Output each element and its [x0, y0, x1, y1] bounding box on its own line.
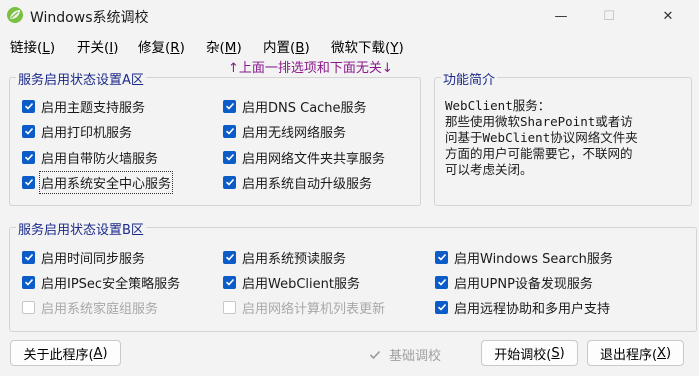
- checkbox-checked-icon[interactable]: [435, 275, 448, 289]
- checkbox-unchecked-icon[interactable]: [22, 300, 35, 314]
- menu-link[interactable]: 链接(L): [10, 36, 55, 56]
- checkbox-ipsec-service[interactable]: 启用IPSec安全策略服务: [22, 273, 180, 292]
- info-title: 功能简介: [441, 69, 498, 88]
- menu-ms-download[interactable]: 微软下载(Y): [331, 36, 404, 56]
- checkbox-dns-cache-service[interactable]: 启用DNS Cache服务: [223, 97, 367, 116]
- info-description: WebClient服务： 那些使用微软SharePoint或者访 问基于WebC…: [445, 98, 638, 177]
- checkbox-checked-icon[interactable]: [223, 150, 236, 164]
- checkbox-checked-icon[interactable]: [223, 175, 236, 189]
- menu-misc[interactable]: 杂(M): [206, 36, 242, 56]
- checkbox-printer-service[interactable]: 启用打印机服务: [22, 122, 132, 141]
- menu-repair[interactable]: 修复(R): [138, 36, 185, 56]
- minimize-button[interactable]: —: [538, 0, 584, 32]
- window-title: Windows系统调校: [30, 10, 149, 26]
- checkbox-security-center-service[interactable]: 启用系统安全中心服务: [22, 170, 174, 194]
- group-a-title: 服务启用状态设置A区: [16, 69, 146, 88]
- checkbox-checked-icon[interactable]: [435, 250, 448, 264]
- about-button[interactable]: 关于此程序(A): [10, 340, 121, 366]
- checkbox-time-sync-service[interactable]: 启用时间同步服务: [22, 248, 145, 267]
- maximize-button[interactable]: ☐: [586, 0, 632, 32]
- checkbox-windows-search-service[interactable]: 启用Windows Search服务: [435, 248, 613, 267]
- checkbox-wireless-service[interactable]: 启用无线网络服务: [223, 122, 346, 141]
- checkbox-checked-icon[interactable]: [22, 250, 35, 264]
- checkbox-checked-icon[interactable]: [435, 300, 448, 314]
- checkbox-checked-icon[interactable]: [22, 150, 35, 164]
- checkbox-checked-icon[interactable]: [22, 275, 35, 289]
- basic-tune-checkbox[interactable]: 基础调校: [368, 345, 441, 364]
- menu-bar: 链接(L) 开关(I) 修复(R) 杂(M) 内置(B) 微软下载(Y): [0, 34, 699, 56]
- title-bar: Windows系统调校 — ☐ ✕: [0, 0, 699, 34]
- options-hint: ↑上面一排选项和下面无关↓: [228, 61, 393, 76]
- minimize-icon: —: [554, 8, 568, 24]
- checkbox-checked-icon[interactable]: [22, 99, 35, 113]
- close-icon: ✕: [662, 8, 674, 24]
- group-b-title: 服务启用状态设置B区: [16, 219, 146, 238]
- checkbox-checked-icon[interactable]: [223, 275, 236, 289]
- checkbox-firewall-service[interactable]: 启用自带防火墙服务: [22, 148, 158, 167]
- menu-switch[interactable]: 开关(I): [77, 36, 119, 56]
- checkbox-computer-browser-service[interactable]: 启用网络计算机列表更新: [223, 298, 385, 317]
- close-button[interactable]: ✕: [645, 0, 691, 32]
- checkbox-checked-icon[interactable]: [22, 124, 35, 138]
- menu-builtin[interactable]: 内置(B): [263, 36, 310, 56]
- maximize-icon: ☐: [603, 8, 615, 24]
- checkbox-checked-icon[interactable]: [223, 250, 236, 264]
- checkbox-unchecked-icon[interactable]: [223, 300, 236, 314]
- checkbox-checked-icon[interactable]: [223, 99, 236, 113]
- checkbox-prefetch-service[interactable]: 启用系统预读服务: [223, 248, 346, 267]
- checkmark-icon: [368, 348, 381, 361]
- start-tune-button[interactable]: 开始调校(S): [481, 340, 578, 366]
- checkbox-webclient-service[interactable]: 启用WebClient服务: [223, 273, 360, 292]
- checkbox-folder-share-service[interactable]: 启用网络文件夹共享服务: [223, 148, 385, 167]
- app-leaf-icon: [7, 7, 23, 23]
- checkbox-checked-icon[interactable]: [22, 175, 35, 189]
- checkbox-homegroup-service[interactable]: 启用系统家庭组服务: [22, 298, 158, 317]
- checkbox-theme-service[interactable]: 启用主题支持服务: [22, 97, 145, 116]
- checkbox-remote-assist-service[interactable]: 启用远程协助和多用户支持: [435, 298, 610, 317]
- exit-button[interactable]: 退出程序(X): [587, 340, 684, 366]
- basic-tune-label: 基础调校: [389, 349, 442, 364]
- checkbox-upnp-service[interactable]: 启用UPNP设备发现服务: [435, 273, 593, 292]
- checkbox-checked-icon[interactable]: [223, 124, 236, 138]
- checkbox-auto-update-service[interactable]: 启用系统自动升级服务: [223, 173, 372, 192]
